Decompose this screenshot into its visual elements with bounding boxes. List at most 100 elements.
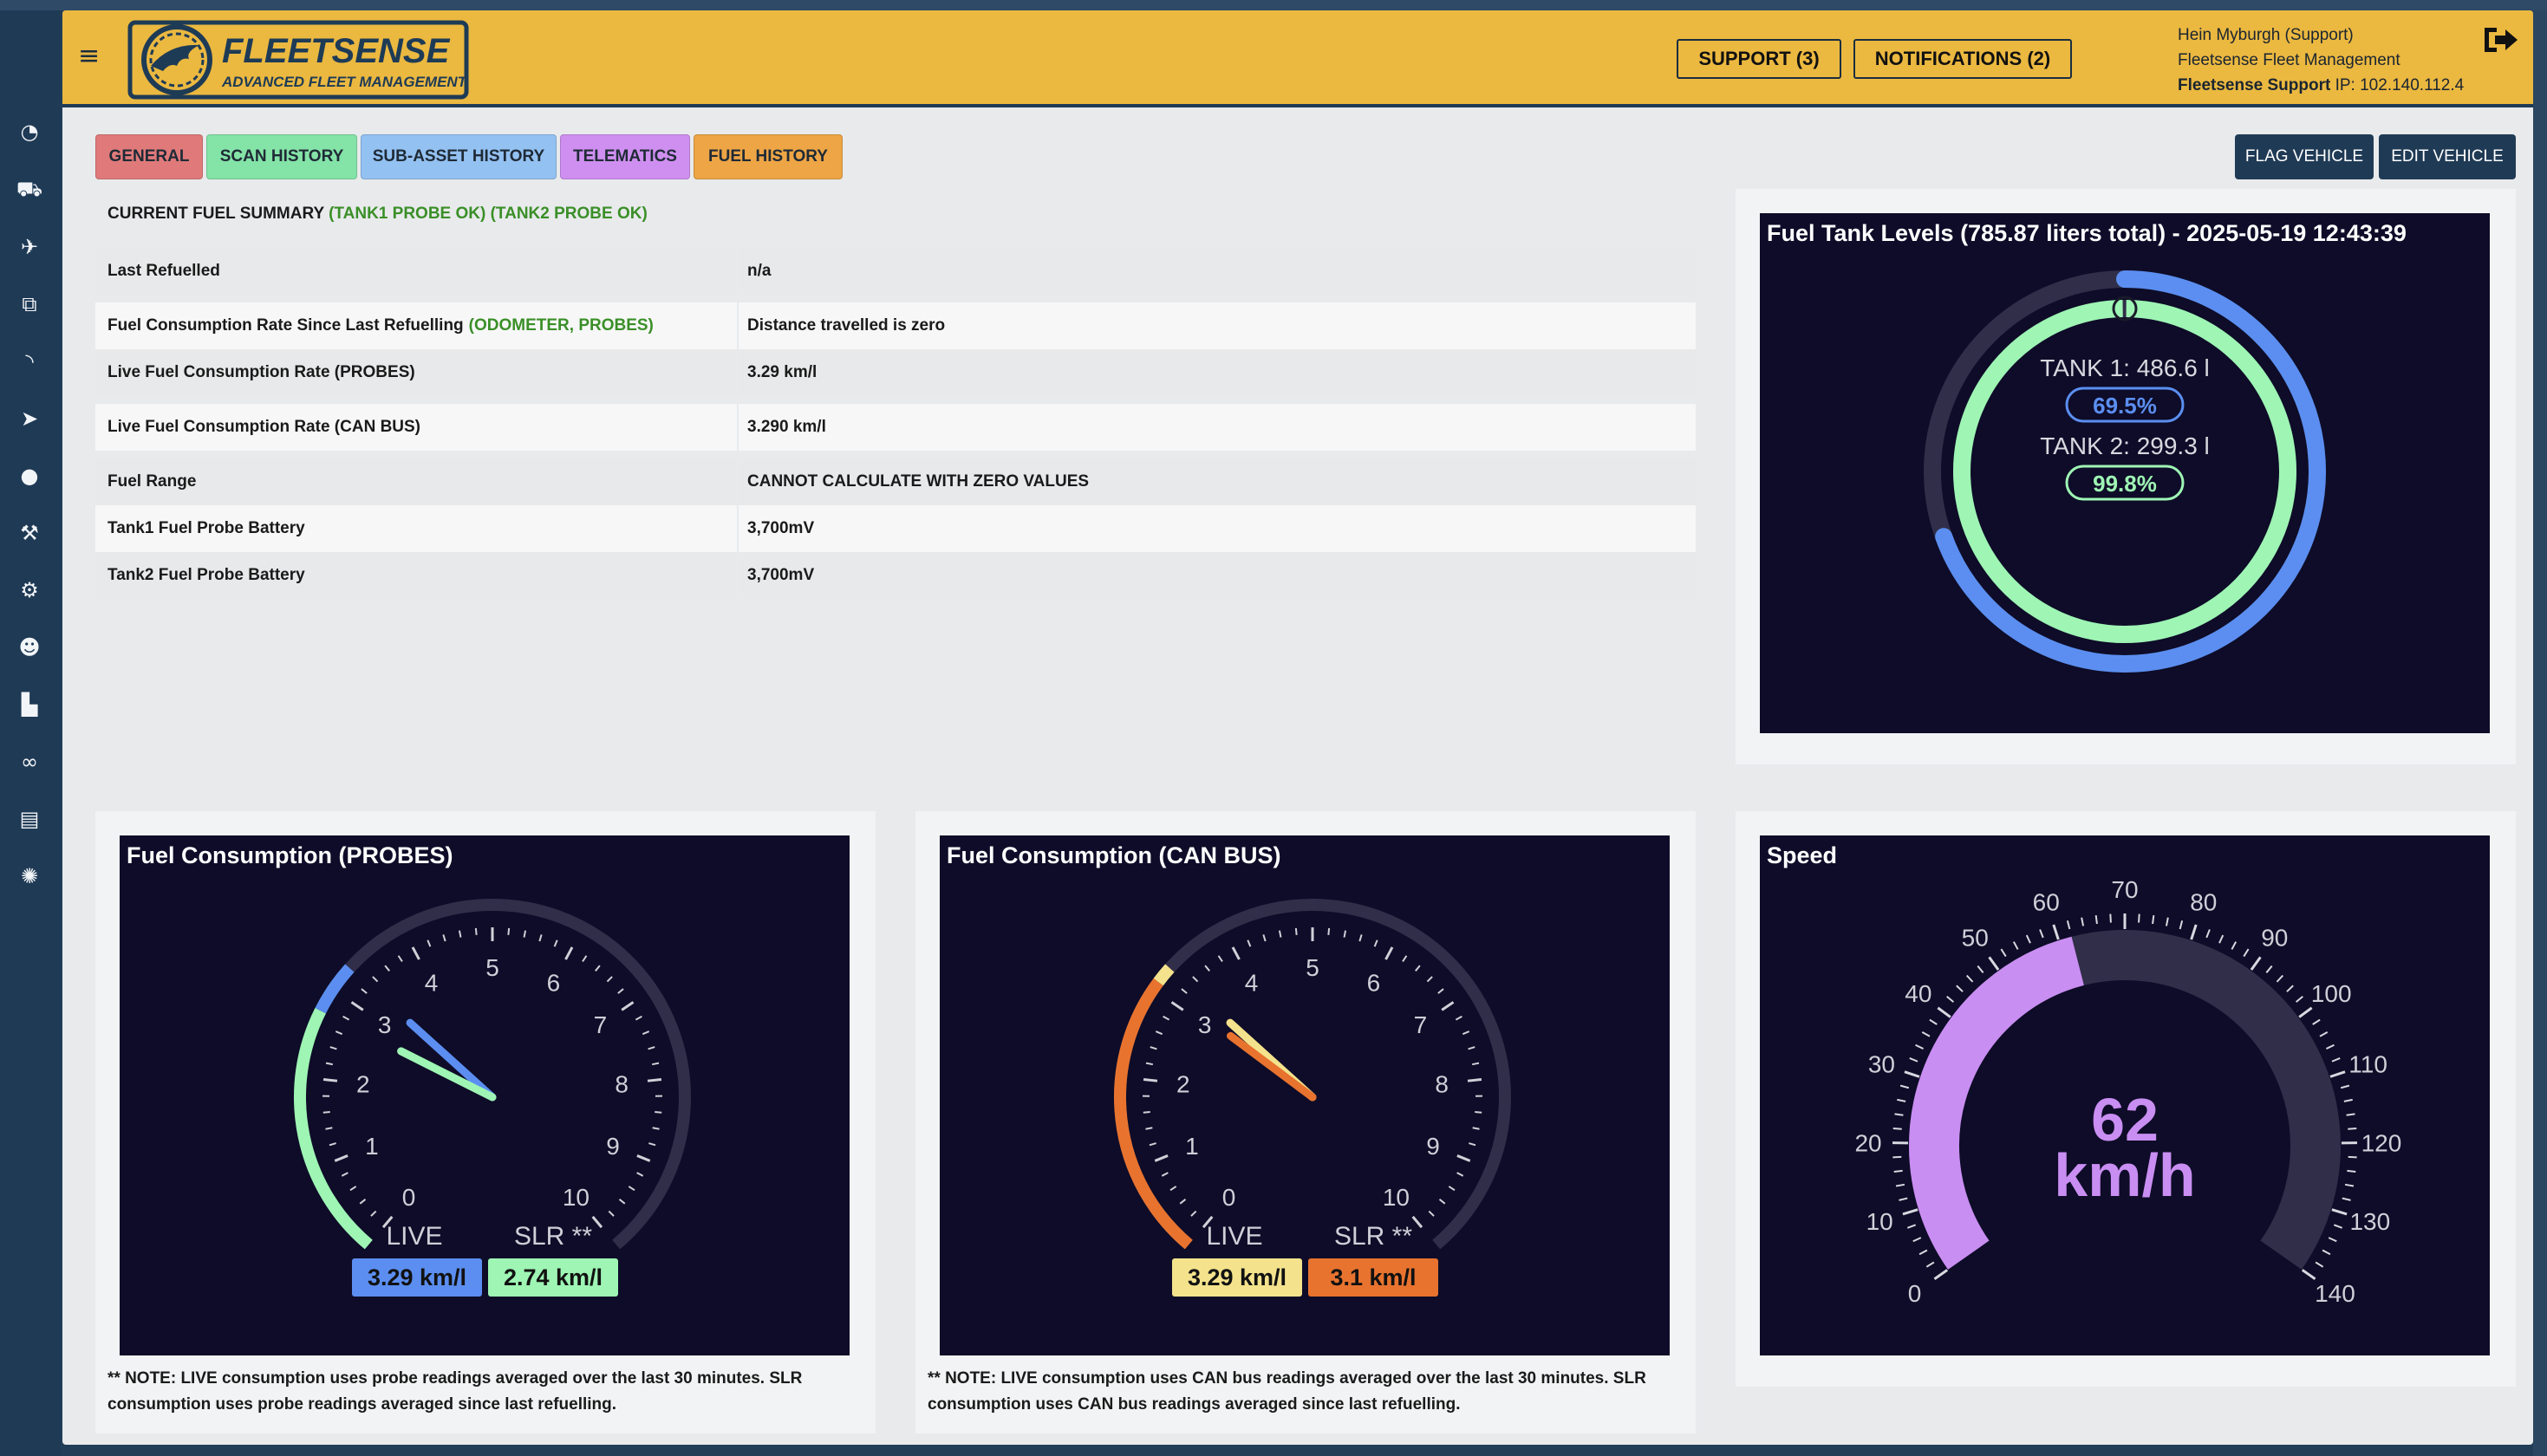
speed-gauge: 0102030405060 70 809010011012013014062km/h xyxy=(1854,876,2401,1307)
gauge-tick xyxy=(1402,955,1408,962)
gauge-tick-label: 2 xyxy=(1176,1070,1190,1097)
speed-tick xyxy=(2025,934,2031,944)
gauge-tick xyxy=(1456,1172,1464,1177)
gauge-tick xyxy=(1163,1015,1170,1021)
speed-tick xyxy=(2231,941,2238,950)
probes-consumption-panel: Fuel Consumption (PROBES) 0 1 2 3 4 5 6 7 8 9 10 LI… xyxy=(95,811,876,1433)
summary-row-value: 3.290 km/l xyxy=(747,418,826,436)
gauge-tick xyxy=(329,1142,336,1147)
speed-tick xyxy=(1925,1261,1935,1268)
gauge-tick xyxy=(334,1154,349,1162)
speed-tick xyxy=(2328,1237,2337,1243)
notifications-button[interactable]: NOTIFICATIONS (2) xyxy=(1853,39,2072,79)
speed-tick xyxy=(1904,1070,1920,1078)
speed-tick-label: 140 xyxy=(2315,1280,2355,1307)
edit-vehicle-button[interactable]: EDIT VEHICLE xyxy=(2379,134,2516,179)
speed-tick xyxy=(2039,929,2044,939)
speed-tick xyxy=(1965,974,1974,983)
gauge-tick xyxy=(329,1046,337,1050)
summary-row-value: CANNOT CALCULATE WITH ZERO VALUES xyxy=(747,472,1090,491)
speed-tick xyxy=(1895,1183,1905,1187)
gauge-tick xyxy=(591,1215,603,1229)
gauge-tick xyxy=(1278,930,1282,938)
speed-tick-label: 100 xyxy=(2311,980,2352,1007)
tab-fuel-history[interactable]: FUEL HISTORY xyxy=(694,134,843,179)
speed-tick xyxy=(2052,924,2060,940)
fleetsense-logo[interactable]: FLEETSENSE ADVANCED FLEET MANAGEMENT xyxy=(125,19,472,101)
summary-title-text: CURRENT FUEL SUMMARY xyxy=(107,205,324,223)
satellite-icon[interactable]: ✈ xyxy=(12,230,47,264)
rss-icon[interactable]: ◝ xyxy=(12,344,47,379)
industry-icon[interactable]: ▙ xyxy=(12,687,47,722)
speed-tick-label: 20 xyxy=(1854,1129,1881,1156)
gauge-tick xyxy=(458,930,462,938)
summary-row: Fuel Consumption Rate Since Last Refuell… xyxy=(95,302,1696,349)
speed-tick xyxy=(1894,1113,1904,1116)
speed-tick xyxy=(2312,1018,2321,1025)
speed-tick xyxy=(1921,1031,1931,1037)
summary-title: CURRENT FUEL SUMMARY (TANK1 PROBE OK) (T… xyxy=(107,205,648,224)
gauge-tick xyxy=(322,1111,330,1114)
gauge-tick xyxy=(1428,1210,1435,1217)
speed-tick xyxy=(2348,1127,2357,1130)
speed-tick xyxy=(2343,1098,2353,1102)
location-arrow-icon[interactable]: ➤ xyxy=(12,401,47,436)
speed-tick-label: 110 xyxy=(2348,1051,2387,1078)
truck-icon[interactable]: ⛟ xyxy=(12,172,47,207)
speed-tick xyxy=(2265,965,2273,973)
speed-tick xyxy=(1946,995,1955,1003)
logout-icon[interactable] xyxy=(2481,23,2519,57)
tab-general[interactable]: GENERAL xyxy=(95,134,203,179)
gauge-tick-label: 3 xyxy=(378,1011,392,1038)
live-value: 3.29 km/l xyxy=(368,1264,466,1290)
speed-tick xyxy=(1929,1018,1938,1025)
column-divider xyxy=(737,552,739,599)
gauge-tick xyxy=(1262,934,1267,942)
summary-row-label: Live Fuel Consumption Rate (CAN BUS) xyxy=(107,404,420,451)
speed-tick-label: 130 xyxy=(2349,1208,2390,1235)
fuel-drop-icon[interactable]: ● xyxy=(12,458,47,493)
flag-vehicle-button[interactable]: FLAG VEHICLE xyxy=(2235,134,2374,179)
sidebar: ◔ ⛟ ✈ ⧉ ◝ ➤ ● ⚒ ⚙ ☻ ▙ ∞ ▤ ✺ xyxy=(0,10,61,1456)
user-icon[interactable]: ☻ xyxy=(12,630,47,665)
wrench-icon[interactable]: ⚒ xyxy=(12,516,47,550)
gauge-tick xyxy=(606,976,613,983)
live-label: LIVE xyxy=(1206,1222,1262,1251)
speed-tick xyxy=(1902,1208,1918,1216)
gauge-tick xyxy=(1327,927,1331,935)
gauge-tick xyxy=(1343,930,1347,938)
summary-row-label-extra: (ODOMETER, PROBES) xyxy=(468,316,654,335)
summary-row-label: Live Fuel Consumption Rate (PROBES) xyxy=(107,349,415,396)
gauge-tick-label: 9 xyxy=(1426,1133,1440,1160)
summary-row-label-text: Live Fuel Consumption Rate (PROBES) xyxy=(107,363,415,381)
tab-telematics[interactable]: TELEMATICS xyxy=(560,134,690,179)
speed-tick xyxy=(1977,965,1984,973)
book-icon[interactable]: ▤ xyxy=(12,802,47,836)
summary-row-value: 3,700mV xyxy=(747,519,815,537)
gauge-tick xyxy=(370,1210,377,1217)
tires-icon[interactable]: ⚙ xyxy=(12,573,47,608)
speed-tick-label: 10 xyxy=(1866,1208,1893,1235)
hamburger-menu-icon[interactable]: ≡ xyxy=(78,43,104,69)
support-button[interactable]: SUPPORT (3) xyxy=(1677,39,1841,79)
gauge-tick-label: 3 xyxy=(1198,1011,1212,1038)
gauge-tick-label: 10 xyxy=(1383,1184,1410,1211)
gauge-tick xyxy=(361,988,368,994)
dashboard-icon[interactable]: ◔ xyxy=(12,114,47,149)
live-arc xyxy=(1153,964,1175,986)
gauge-tick xyxy=(1411,1215,1423,1229)
link-icon[interactable]: ∞ xyxy=(12,744,47,779)
column-divider xyxy=(737,404,739,451)
gauge-tick-label: 7 xyxy=(1414,1011,1428,1038)
probes-gauge: 01 2 3 4 5 6 7 8 9 10 LIVE SLR ** 3.29 km/l 2.74 km/l xyxy=(294,899,691,1297)
tab-sub-asset-history[interactable]: SUB-ASSET HISTORY xyxy=(361,134,557,179)
gauge-tick xyxy=(1155,1030,1163,1036)
speed-tick xyxy=(2340,1084,2350,1089)
tab-scan-history[interactable]: SCAN HISTORY xyxy=(206,134,357,179)
probes-consumption-chart: Fuel Consumption (PROBES) 0 1 2 3 4 5 6 7 8 9 10 LI… xyxy=(120,835,850,1355)
fuel-summary-table: CURRENT FUEL SUMMARY (TANK1 PROBE OK) (T… xyxy=(95,189,1696,603)
tags-icon[interactable]: ⧉ xyxy=(12,287,47,322)
settings-gear-icon[interactable]: ✺ xyxy=(12,859,47,894)
slr-label: SLR ** xyxy=(514,1222,592,1251)
gauge-tick xyxy=(1145,1062,1154,1066)
